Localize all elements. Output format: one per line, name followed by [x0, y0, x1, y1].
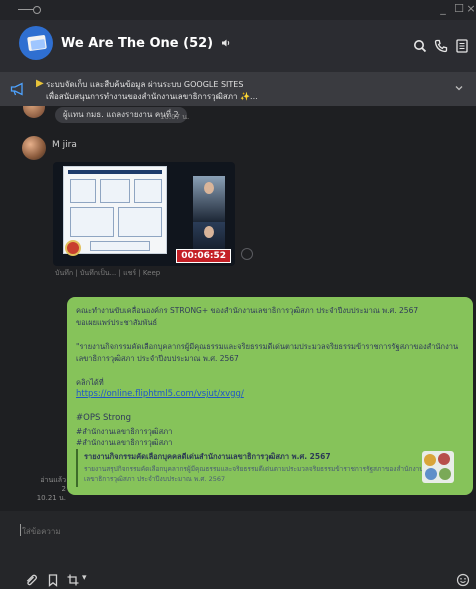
video-duration: 00:06:52 — [176, 249, 231, 263]
message-composer[interactable]: ใส่ข้อความ ▾ — [0, 511, 476, 589]
text-cursor — [20, 524, 21, 536]
message-line: เลขาธิการวุฒิสภา ประจำปีงบประมาณ พ.ศ. 25… — [76, 354, 239, 363]
search-icon[interactable] — [412, 38, 428, 54]
chevron-down-icon[interactable] — [454, 83, 464, 93]
crop-dropdown-icon[interactable]: ▾ — [82, 573, 87, 583]
message-line: คลิกได้ที่ — [76, 378, 104, 387]
hashtag[interactable]: #สำนักงานเลขาธิการวุฒิสภา — [76, 437, 172, 449]
group-avatar[interactable] — [19, 26, 53, 60]
chat-area[interactable]: ผู้แทน กมธ. แถลงรายงาน คนที่ 2 10.07 น. … — [0, 106, 476, 511]
announcement-flag-icon: ▶ — [36, 78, 44, 89]
share-icon[interactable] — [241, 248, 253, 260]
hashtag[interactable]: #OPS Strong — [76, 413, 131, 423]
seal-icon — [65, 240, 81, 256]
link-preview-description: เลขาธิการวุฒิสภา ประจำปีงบประมาณ พ.ศ. 25… — [84, 475, 226, 483]
sender-avatar[interactable] — [22, 136, 46, 160]
bookmark-icon[interactable] — [46, 573, 60, 587]
link-preview-description: รายงานสรุปกิจกรรมคัดเลือกบุคลากรผู้มีคุณ… — [84, 465, 424, 473]
attach-icon[interactable] — [24, 573, 38, 587]
message-line: "รายงานกิจกรรมคัดเลือกบุคลากรผู้มีคุณธรร… — [76, 342, 459, 351]
link-preview-title: รายงานกิจกรรมคัดเลือกบุคคลดีเด่นสำนักงาน… — [84, 452, 331, 461]
window-titlebar: _ ☐ × — [0, 0, 476, 20]
link-preview-thumbnail — [422, 451, 454, 483]
speaker-image — [193, 176, 225, 222]
video-actions[interactable]: บันทึก | บันทึกเป็น... | แชร์ | Keep — [55, 268, 160, 279]
message-input[interactable]: ใส่ข้อความ — [22, 525, 61, 538]
volume-icon — [221, 39, 229, 47]
announcement-bar[interactable]: ▶ ระบบจัดเก็บ และสืบค้นข้อมูล ผ่านระบบ G… — [0, 72, 476, 106]
emoji-icon[interactable] — [456, 573, 470, 587]
chat-title-text: We Are The One (52) — [61, 36, 214, 51]
menu-icon[interactable] — [454, 38, 470, 54]
previous-message-time: 10.07 น. — [160, 113, 190, 121]
maximize-button[interactable]: ☐ — [452, 2, 466, 15]
minimize-button[interactable]: _ — [436, 2, 450, 15]
announcement-line-2: เพื่อสนับสนุนการทำงานของสำนักงานเลขาธิกา… — [46, 92, 258, 101]
phone-icon[interactable] — [433, 38, 449, 54]
message-line: คณะทำงานขับเคลื่อนองค์กร STRONG+ ของสำนั… — [76, 306, 419, 315]
read-count: อ่านแล้ว 2 — [40, 476, 66, 493]
close-button[interactable]: × — [466, 2, 476, 15]
message-bubble[interactable]: คณะทำงานขับเคลื่อนองค์กร STRONG+ ของสำนั… — [67, 297, 473, 495]
video-message[interactable]: 00:06:52 — [53, 162, 235, 266]
avatar[interactable] — [23, 106, 45, 118]
read-receipt: อ่านแล้ว 2 10.21 น. — [36, 476, 66, 503]
crop-icon[interactable] — [66, 573, 80, 587]
message-line: ขอเผยแพร่ประชาสัมพันธ์ — [76, 318, 158, 327]
megaphone-icon — [10, 82, 23, 96]
chat-header: We Are The One (52) — [0, 20, 476, 72]
video-thumbnail — [63, 166, 167, 254]
chat-title[interactable]: We Are The One (52) — [61, 36, 231, 51]
link-preview-card[interactable]: รายงานกิจกรรมคัดเลือกบุคคลดีเด่นสำนักงาน… — [76, 449, 460, 487]
sender-name: M jira — [52, 140, 77, 150]
message-link[interactable]: https://online.fliphtml5.com/vsjut/xvgg/ — [76, 389, 244, 399]
message-time: 10.21 น. — [36, 494, 66, 502]
pin-icon[interactable] — [18, 6, 41, 14]
